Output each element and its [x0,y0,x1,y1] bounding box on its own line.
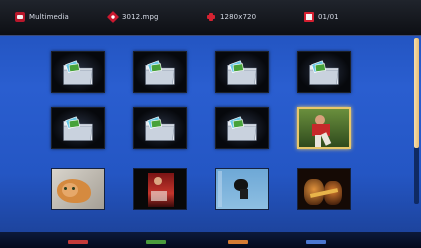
folder-thumbnail[interactable] [51,107,105,149]
folder-thumbnail[interactable] [215,51,269,93]
photo-thumbnail-selected[interactable] [297,107,351,149]
photo-thumbnail[interactable] [51,168,105,210]
resolution-label: 1280x720 [220,13,257,21]
photo-image-layer [218,171,222,207]
resolution-group: 1280x720 [206,10,256,24]
multimedia-label: Multimedia [29,13,69,21]
folder-thumbnail[interactable] [51,51,105,93]
filename-group: 3012.mpg [106,10,159,24]
photo-image-layer [315,135,321,147]
orange-button[interactable] [228,240,248,244]
folder-icon [52,52,104,92]
filename-label: 3012.mpg [122,13,159,21]
folder-thumbnail[interactable] [297,51,351,93]
photo-image-layer [64,187,67,190]
folder-icon [52,108,104,148]
folder-icon [216,52,268,92]
folder-icon [134,108,186,148]
page-icon [304,12,314,22]
scrollbar-thumb[interactable] [414,38,419,148]
folder-icon [216,108,268,148]
multimedia-icon [15,12,25,22]
photo-image-layer [62,183,78,197]
photo-image-layer [154,177,162,185]
photo-image-layer [72,187,75,190]
folder-icon [298,52,350,92]
file-icon [106,10,120,24]
photo-thumbnail[interactable] [215,168,269,210]
photo-image-layer [240,189,248,199]
status-bar: Multimedia 3012.mpg 1280x720 01/01 [0,0,421,36]
photo-thumbnail[interactable] [297,168,351,210]
green-button[interactable] [146,240,166,244]
media-browser-screen: Multimedia 3012.mpg 1280x720 01/01 [0,0,421,248]
folder-thumbnail[interactable] [133,51,187,93]
photo-image-layer [151,191,167,201]
scrollbar[interactable] [414,38,419,204]
multimedia-label-group: Multimedia [15,10,69,24]
red-button[interactable] [68,240,88,244]
page-counter-label: 01/01 [318,13,339,21]
folder-icon [134,52,186,92]
resolution-icon [206,12,216,22]
color-button-bar [0,232,421,248]
folder-thumbnail[interactable] [133,107,187,149]
folder-thumbnail[interactable] [215,107,269,149]
photo-thumbnail[interactable] [133,168,187,210]
page-counter-group: 01/01 [304,10,339,24]
blue-button[interactable] [306,240,326,244]
